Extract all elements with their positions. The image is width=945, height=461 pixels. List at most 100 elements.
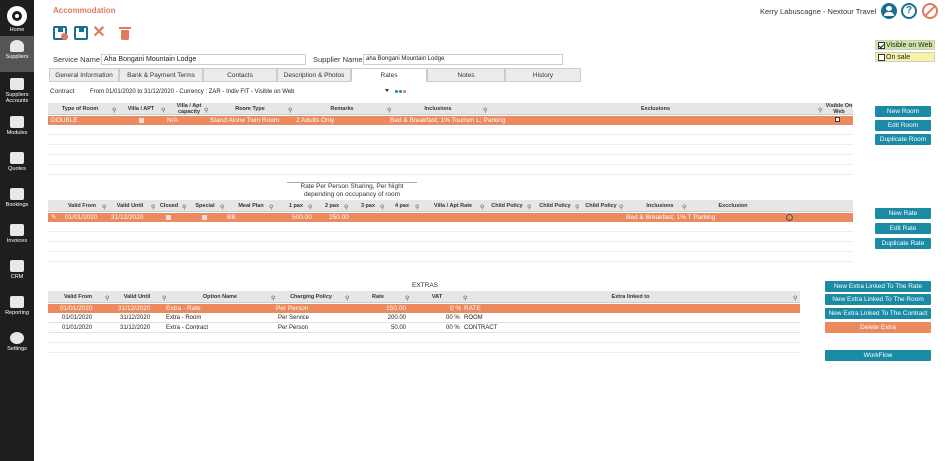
closed-checkbox[interactable] [166, 215, 171, 220]
filter-icon[interactable]: ⚲ [162, 295, 166, 302]
filter-icon[interactable]: ⚲ [793, 295, 797, 302]
rates-title: Rate Per Person Sharing, Per Night [300, 183, 404, 190]
ledger-icon [10, 78, 24, 90]
special-checkbox[interactable] [202, 215, 207, 220]
visible-on-web-row-checkbox[interactable] [835, 117, 840, 122]
tab-general-information[interactable]: General Information [49, 68, 119, 82]
crm-icon [10, 260, 24, 272]
extras-grid-header: Valid From ⚲ Valid Until ⚲ Option Name ⚲… [48, 291, 800, 303]
supplier-name-input[interactable]: aha Bongani Mountain Lodge [363, 54, 563, 65]
sidebar-item-invoices[interactable]: Invoices [0, 220, 34, 256]
tab-contacts[interactable]: Contacts [203, 68, 277, 82]
filter-icon[interactable]: ⚲ [344, 204, 348, 211]
sidebar-item-home[interactable]: Home [0, 0, 34, 36]
sidebar-item-crm[interactable]: CRM [0, 256, 34, 292]
table-row[interactable]: DOUBLE N/A Stand Alone Twin Room 2 Adult… [48, 116, 853, 125]
filter-icon[interactable]: ⚲ [415, 204, 419, 211]
save-icon[interactable] [74, 26, 88, 40]
filter-icon[interactable]: ⚲ [480, 204, 484, 211]
new-extra-rate-button[interactable]: New Extra Linked To The Rate [825, 281, 931, 292]
rooms-grid-header: Type of Room ⚲ Villa / APT ⚲ Villa / Apt… [48, 103, 853, 115]
filter-icon[interactable]: ⚲ [112, 107, 116, 114]
row-edit-icon[interactable]: ✎ [51, 213, 56, 222]
calendar-icon [10, 188, 24, 200]
user-name: Kerry Labuscagne - Nextour Travel [760, 7, 877, 16]
edit-rate-button[interactable]: Edit Rate [875, 223, 931, 234]
filter-icon[interactable]: ⚲ [345, 295, 349, 302]
filter-icon[interactable]: ⚲ [818, 107, 822, 114]
contract-select[interactable]: From 01/01/2020 to 31/12/2020 - Currency… [90, 87, 390, 97]
edit-room-button[interactable]: Edit Room [875, 120, 931, 131]
logout-icon[interactable] [922, 3, 938, 19]
sidebar-item-quotes[interactable]: Quotes [0, 148, 34, 184]
workflow-button[interactable]: WorkFlow [825, 350, 931, 361]
legend-dots-icon [395, 88, 407, 95]
table-row[interactable]: 01/01/2020 31/12/2020 Extra - Rate Per P… [48, 304, 800, 313]
filter-icon[interactable]: ⚲ [483, 107, 487, 114]
filter-icon[interactable]: ⚲ [204, 107, 208, 114]
service-name-label: Service Name [53, 55, 101, 64]
filter-icon[interactable]: ⚲ [102, 204, 106, 211]
visible-on-web-toggle[interactable]: Visible on Web [875, 40, 935, 50]
filter-icon[interactable]: ⚲ [269, 204, 273, 211]
trash-icon[interactable] [118, 26, 132, 40]
filter-icon[interactable]: ⚲ [182, 204, 186, 211]
tab-description-photos[interactable]: Description & Photos [277, 68, 351, 82]
extras-grid: Valid From ⚲ Valid Until ⚲ Option Name ⚲… [48, 291, 800, 361]
sidebar-item-suppliers[interactable]: Suppliers [0, 36, 34, 72]
contract-label: Contract [50, 88, 75, 95]
table-row[interactable]: 01/01/2020 31/12/2020 Extra - Contract P… [48, 324, 800, 333]
tab-rates[interactable]: Rates [351, 68, 427, 82]
table-row[interactable]: ✎ 01/01/2020 31/12/2020 BB 500.00 250.00… [48, 213, 853, 222]
sidebar-item-bookings[interactable]: Bookings [0, 184, 34, 220]
filter-icon[interactable]: ⚲ [527, 204, 531, 211]
filter-icon[interactable]: ⚲ [380, 204, 384, 211]
tab-bank-payment-terms[interactable]: Bank & Payment Terms [119, 68, 203, 82]
filter-icon[interactable]: ⚲ [405, 295, 409, 302]
filter-icon[interactable]: ⚲ [308, 204, 312, 211]
tab-notes[interactable]: Notes [427, 68, 505, 82]
duplicate-rate-button[interactable]: Duplicate Rate [875, 238, 931, 249]
settings-icon [10, 332, 24, 344]
table-row[interactable]: 01/01/2020 31/12/2020 Extra - Room Per S… [48, 314, 800, 323]
filter-icon[interactable]: ⚲ [288, 107, 292, 114]
filter-icon[interactable]: ⚲ [105, 295, 109, 302]
new-rate-button[interactable]: New Rate [875, 208, 931, 219]
sidebar-item-settings[interactable]: Settings [0, 328, 34, 364]
sidebar-item-suppliers-accounts[interactable]: Suppliers Accounts [0, 74, 34, 110]
new-extra-room-button[interactable]: New Extra Linked To The Room [825, 294, 931, 305]
villa-checkbox[interactable] [139, 118, 144, 123]
service-name-input[interactable]: Aha Bongani Mountain Lodge [101, 54, 306, 65]
delete-extra-button[interactable]: Delete Extra [825, 322, 931, 333]
on-sale-toggle[interactable]: On sale [875, 52, 935, 62]
duplicate-room-button[interactable]: Duplicate Room [875, 134, 931, 145]
info-icon[interactable] [786, 214, 793, 221]
logo-icon [7, 6, 27, 26]
close-icon[interactable]: ✕ [92, 25, 106, 41]
new-room-button[interactable]: New Room [875, 106, 931, 117]
supplier-name-label: Supplier Name [313, 55, 363, 64]
check-badge-icon [61, 33, 68, 40]
help-icon[interactable]: ? [901, 3, 917, 19]
filter-icon[interactable]: ⚲ [463, 295, 467, 302]
sidebar-item-reporting[interactable]: Reporting [0, 292, 34, 328]
profile-icon[interactable] [881, 3, 897, 19]
filter-icon[interactable]: ⚲ [575, 204, 579, 211]
filter-icon[interactable]: ⚲ [161, 107, 165, 114]
extras-title: EXTRAS [411, 282, 438, 289]
chevron-down-icon[interactable] [385, 89, 389, 92]
rates-grid: Valid From ⚲ Valid Until ⚲ Closed ⚲ Spec… [48, 200, 853, 270]
filter-icon[interactable]: ⚲ [151, 204, 155, 211]
filter-icon[interactable]: ⚲ [271, 295, 275, 302]
filter-icon[interactable]: ⚲ [619, 204, 623, 211]
sidebar: Home Suppliers Suppliers Accounts Module… [0, 0, 34, 461]
filter-icon[interactable]: ⚲ [387, 107, 391, 114]
on-sale-checkbox[interactable] [878, 54, 885, 61]
tab-history[interactable]: History [505, 68, 581, 82]
visible-on-web-checkbox[interactable] [878, 42, 885, 49]
filter-icon[interactable]: ⚲ [682, 204, 686, 211]
page-title: Accommodation [53, 6, 116, 15]
new-extra-contract-button[interactable]: New Extra Linked To The Contract [825, 308, 931, 319]
filter-icon[interactable]: ⚲ [220, 204, 224, 211]
sidebar-item-modules[interactable]: Modules [0, 112, 34, 148]
